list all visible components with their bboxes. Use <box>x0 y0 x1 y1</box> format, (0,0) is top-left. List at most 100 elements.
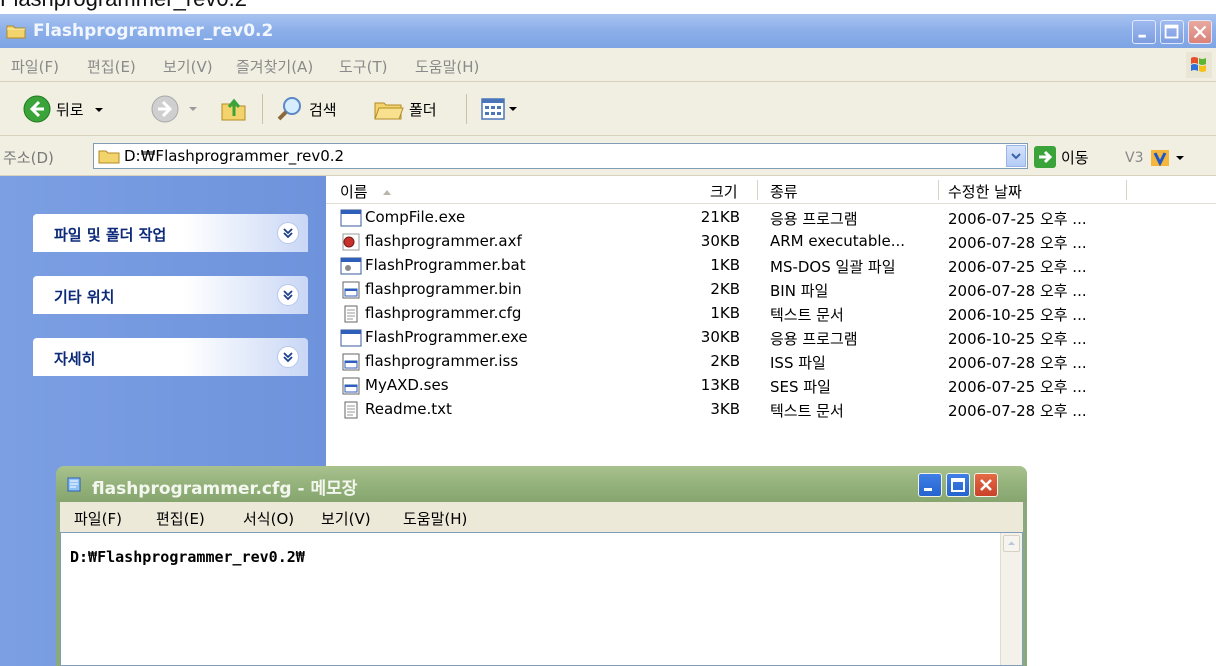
file-row[interactable]: Readme.txt 3KB 텍스트 문서 2006-07-28 오후 ... <box>326 398 1216 422</box>
task-panel-details[interactable]: 자세히 <box>33 338 308 376</box>
notepad-menu-bar: 파일(F) 편집(E) 서식(O) 보기(V) 도움말(H) <box>60 502 1023 532</box>
minimize-icon <box>924 488 932 491</box>
notepad-title-bar[interactable]: flashprogrammer.cfg - 메모장 <box>56 466 1027 502</box>
notepad-icon <box>67 477 81 492</box>
views-button[interactable] <box>480 92 518 126</box>
file-modified: 2006-10-25 오후 ... <box>948 306 1087 324</box>
column-divider[interactable] <box>938 180 939 200</box>
file-row[interactable]: FlashProgrammer.bat 1KB MS-DOS 일괄 파일 200… <box>326 254 1216 278</box>
file-row[interactable]: flashprogrammer.iss 2KB ISS 파일 2006-07-2… <box>326 350 1216 374</box>
notepad-menu-view[interactable]: 보기(V) <box>321 508 371 529</box>
file-name: flashprogrammer.bin <box>365 280 522 298</box>
menu-help[interactable]: 도움말(H) <box>415 56 479 77</box>
file-row[interactable]: FlashProgrammer.exe 30KB 응용 프로그램 2006-10… <box>326 326 1216 350</box>
column-header-row: 이름 크기 종류 수정한 날짜 <box>326 176 1216 204</box>
search-label: 검색 <box>309 100 337 119</box>
file-size: 2KB <box>710 280 740 298</box>
file-row[interactable]: CompFile.exe 21KB 응용 프로그램 2006-07-25 오후 … <box>326 206 1216 230</box>
notepad-window: flashprogrammer.cfg - 메모장 파일(F) 편집(E) 서식… <box>56 466 1027 666</box>
notepad-close-button[interactable] <box>974 473 998 497</box>
search-button[interactable]: 검색 <box>275 92 337 126</box>
axf-icon <box>342 233 360 251</box>
file-size: 21KB <box>700 208 740 226</box>
address-bar: 주소(D) D:₩Flashprogrammer_rev0.2 이동 V3 <box>0 136 1216 176</box>
chevron-double-down-icon[interactable] <box>277 346 299 368</box>
notepad-scrollbar[interactable] <box>1000 533 1022 665</box>
chevron-up-icon <box>1008 541 1015 545</box>
toolbar-separator <box>466 94 467 124</box>
toolbar-separator <box>262 94 263 124</box>
column-header-name[interactable]: 이름 <box>340 181 394 202</box>
menu-favorites[interactable]: 즐겨찾기(A) <box>236 56 313 77</box>
file-row[interactable]: flashprogrammer.bin 2KB BIN 파일 2006-07-2… <box>326 278 1216 302</box>
notepad-menu-edit[interactable]: 편집(E) <box>156 508 205 529</box>
back-button[interactable]: 뒤로 <box>22 92 108 126</box>
generic-file-icon <box>342 281 360 299</box>
menu-edit[interactable]: 편집(E) <box>87 56 136 77</box>
menu-tools[interactable]: 도구(T) <box>339 56 387 77</box>
file-size: 13KB <box>700 376 740 394</box>
file-modified: 2006-07-28 오후 ... <box>948 234 1087 252</box>
file-type: MS-DOS 일괄 파일 <box>770 258 896 276</box>
file-row[interactable]: flashprogrammer.cfg 1KB 텍스트 문서 2006-10-2… <box>326 302 1216 326</box>
file-size: 2KB <box>710 352 740 370</box>
file-modified: 2006-07-25 오후 ... <box>948 258 1087 276</box>
file-row[interactable]: flashprogrammer.axf 30KB ARM executable.… <box>326 230 1216 254</box>
notepad-maximize-button[interactable] <box>946 473 970 497</box>
generic-file-icon <box>342 353 360 371</box>
notepad-text-area[interactable]: D:₩Flashprogrammer_rev0.2₩ <box>60 532 1023 666</box>
v3-dropdown-icon <box>1176 156 1185 160</box>
file-size: 3KB <box>710 400 740 418</box>
column-header-modified[interactable]: 수정한 날짜 <box>948 181 1022 202</box>
back-label: 뒤로 <box>56 100 84 119</box>
notepad-menu-format[interactable]: 서식(O) <box>243 508 294 529</box>
column-divider[interactable] <box>1126 180 1127 200</box>
menu-view[interactable]: 보기(V) <box>163 56 213 77</box>
file-row[interactable]: MyAXD.ses 13KB SES 파일 2006-07-25 오후 ... <box>326 374 1216 398</box>
file-type: 텍스트 문서 <box>770 402 844 420</box>
address-dropdown-button[interactable] <box>1006 145 1026 167</box>
folders-button[interactable]: 폴더 <box>373 92 437 126</box>
up-folder-button[interactable] <box>219 92 249 126</box>
back-arrow-icon <box>23 95 51 123</box>
maximize-button[interactable] <box>1160 20 1184 44</box>
file-type: SES 파일 <box>770 378 831 396</box>
address-input[interactable]: D:₩Flashprogrammer_rev0.2 <box>93 143 1028 169</box>
chevron-double-down-icon[interactable] <box>277 284 299 306</box>
file-type: BIN 파일 <box>770 282 829 300</box>
task-panel-title: 자세히 <box>54 350 96 368</box>
task-panel-file-folder-tasks[interactable]: 파일 및 폴더 작업 <box>33 214 308 252</box>
exe-icon <box>340 329 362 347</box>
close-icon <box>980 479 992 491</box>
bat-icon <box>340 257 362 275</box>
v3-toolbar-button[interactable]: V3 <box>1125 146 1185 170</box>
notepad-menu-file[interactable]: 파일(F) <box>74 508 122 529</box>
scroll-up-button[interactable] <box>1003 535 1020 552</box>
page-caption: Flashprogrammer_rev0.2 <box>0 0 247 11</box>
go-label: 이동 <box>1061 148 1089 167</box>
chevron-double-down-icon[interactable] <box>277 222 299 244</box>
go-button[interactable]: 이동 <box>1033 144 1089 170</box>
close-button[interactable] <box>1188 20 1212 44</box>
file-type: 응용 프로그램 <box>770 330 858 348</box>
notepad-minimize-button[interactable] <box>918 473 942 497</box>
maximize-icon <box>1164 24 1179 39</box>
notepad-menu-help[interactable]: 도움말(H) <box>403 508 467 529</box>
file-type: ISS 파일 <box>770 354 826 372</box>
menu-file[interactable]: 파일(F) <box>11 56 59 77</box>
forward-button[interactable] <box>150 92 202 126</box>
minimize-button[interactable] <box>1132 20 1156 44</box>
explorer-title-bar[interactable]: Flashprogrammer_rev0.2 <box>0 14 1216 48</box>
file-name: flashprogrammer.cfg <box>365 304 522 322</box>
column-header-type[interactable]: 종류 <box>770 181 798 202</box>
back-dropdown-icon[interactable] <box>90 104 108 114</box>
column-header-size[interactable]: 크기 <box>710 181 738 202</box>
column-divider[interactable] <box>757 180 758 200</box>
explorer-toolbar: 뒤로 검색 폴더 <box>0 82 1216 136</box>
windows-logo-icon <box>1186 52 1212 78</box>
file-modified: 2006-07-28 오후 ... <box>948 354 1087 372</box>
folders-label: 폴더 <box>409 100 437 119</box>
task-panel-other-places[interactable]: 기타 위치 <box>33 276 308 314</box>
forward-dropdown-icon[interactable] <box>184 104 202 114</box>
file-modified: 2006-07-25 오후 ... <box>948 210 1087 228</box>
